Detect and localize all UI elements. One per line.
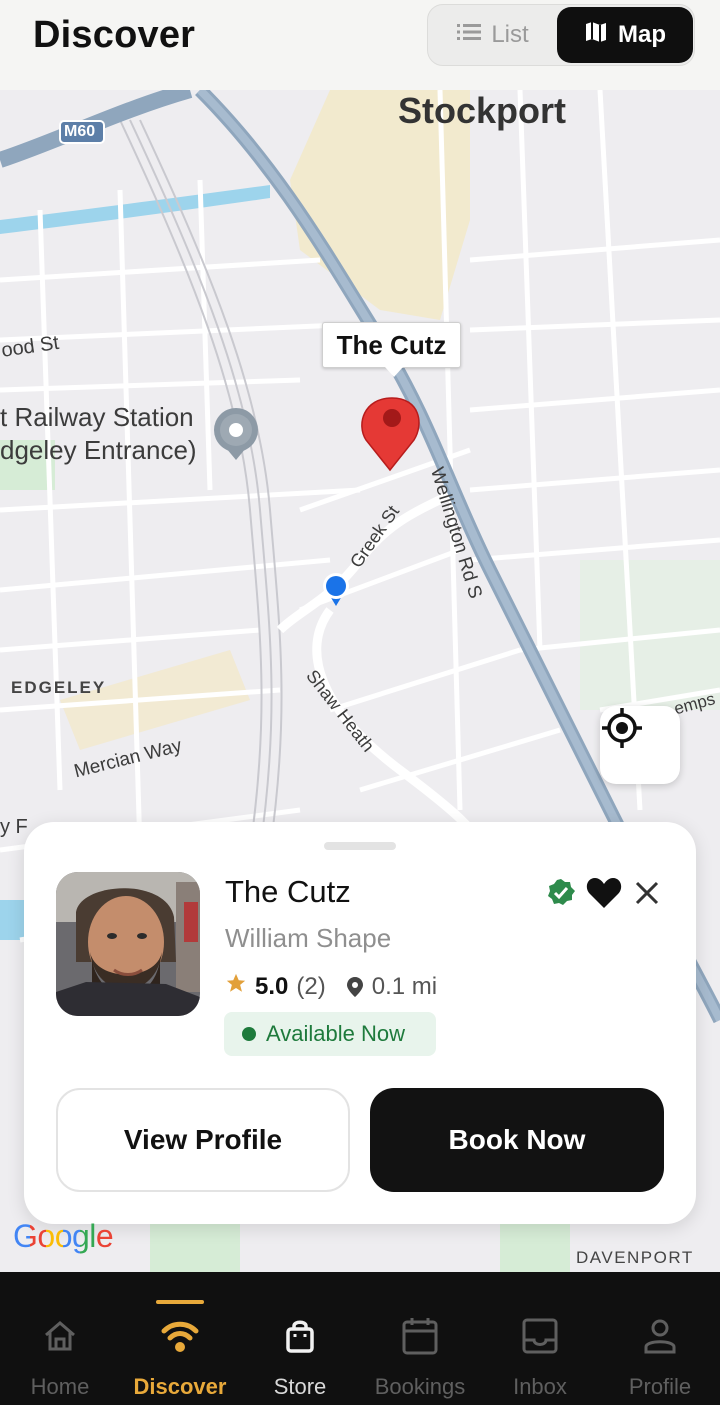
nav-item-profile[interactable]: Profile — [600, 1272, 720, 1405]
nav-label-profile: Profile — [628, 1374, 692, 1399]
map-icon — [584, 20, 608, 51]
view-toggle: List Map — [427, 4, 695, 66]
nav-label-home: Home — [30, 1374, 90, 1399]
heart-icon[interactable] — [584, 876, 624, 910]
person-icon — [643, 1316, 677, 1356]
page-title: Discover — [33, 14, 196, 56]
map-label-edgeley: EDGELEY — [11, 678, 107, 697]
nav-item-discover[interactable]: Discover — [120, 1272, 240, 1405]
verified-badge-icon — [544, 876, 578, 910]
map-label-yfc: y F — [0, 816, 28, 838]
inbox-icon — [522, 1316, 558, 1356]
nav-item-inbox[interactable]: Inbox — [480, 1272, 600, 1405]
nav-item-store[interactable]: Store — [240, 1272, 360, 1405]
barber-meta: 5.0 (2) 0.1 mi — [225, 972, 437, 1001]
drag-handle[interactable] — [324, 842, 396, 850]
view-profile-button[interactable]: View Profile — [56, 1088, 350, 1192]
book-now-button[interactable]: Book Now — [370, 1088, 664, 1192]
close-icon[interactable] — [630, 876, 664, 910]
home-icon — [43, 1316, 77, 1356]
barber-owner: William Shape — [225, 923, 392, 953]
map-label-m60: M60 — [64, 123, 96, 140]
google-attribution: Google — [13, 1218, 114, 1255]
bottom-nav: Home Discover Store Bookings Inbox Profi… — [0, 1272, 720, 1405]
map-view-button[interactable]: Map — [557, 7, 693, 63]
barber-photo — [56, 872, 200, 1016]
availability-dot — [242, 1027, 256, 1041]
map-label-city: Stockport — [398, 90, 567, 131]
availability-badge: Available Now — [224, 1012, 436, 1056]
nav-label-store: Store — [273, 1374, 327, 1399]
nav-label-discover: Discover — [133, 1374, 227, 1399]
list-view-label: List — [491, 21, 529, 48]
bag-icon — [285, 1316, 315, 1356]
list-view-button[interactable]: List — [430, 7, 556, 63]
map-view-label: Map — [618, 21, 666, 48]
map-label-davenport: DAVENPORT — [576, 1248, 694, 1267]
calendar-icon — [401, 1316, 439, 1356]
list-icon — [457, 21, 482, 49]
nav-item-home[interactable]: Home — [0, 1272, 120, 1405]
nav-item-bookings[interactable]: Bookings — [360, 1272, 480, 1405]
pin-callout[interactable]: The Cutz — [322, 322, 461, 377]
nav-label-inbox: Inbox — [513, 1374, 567, 1399]
barber-name: The Cutz — [225, 874, 351, 909]
star-icon — [225, 972, 247, 1001]
header: Discover List Map — [0, 0, 720, 90]
nav-label-bookings: Bookings — [374, 1374, 466, 1399]
location-pin-icon — [346, 976, 364, 998]
discover-icon — [161, 1316, 199, 1356]
availability-text: Available Now — [266, 1021, 406, 1046]
distance: 0.1 mi — [371, 972, 438, 1000]
review-count: (2) — [296, 972, 326, 1000]
google-logo: Google — [13, 1218, 114, 1254]
my-location-button[interactable] — [600, 706, 680, 784]
map-label-station-1: t Railway Station — [0, 402, 194, 432]
barber-card[interactable]: The Cutz William Shape 5.0 (2) 0.1 mi Av… — [24, 822, 696, 1224]
rating-value: 5.0 — [255, 972, 289, 1000]
map-label-station-2: dgeley Entrance) — [0, 435, 197, 465]
